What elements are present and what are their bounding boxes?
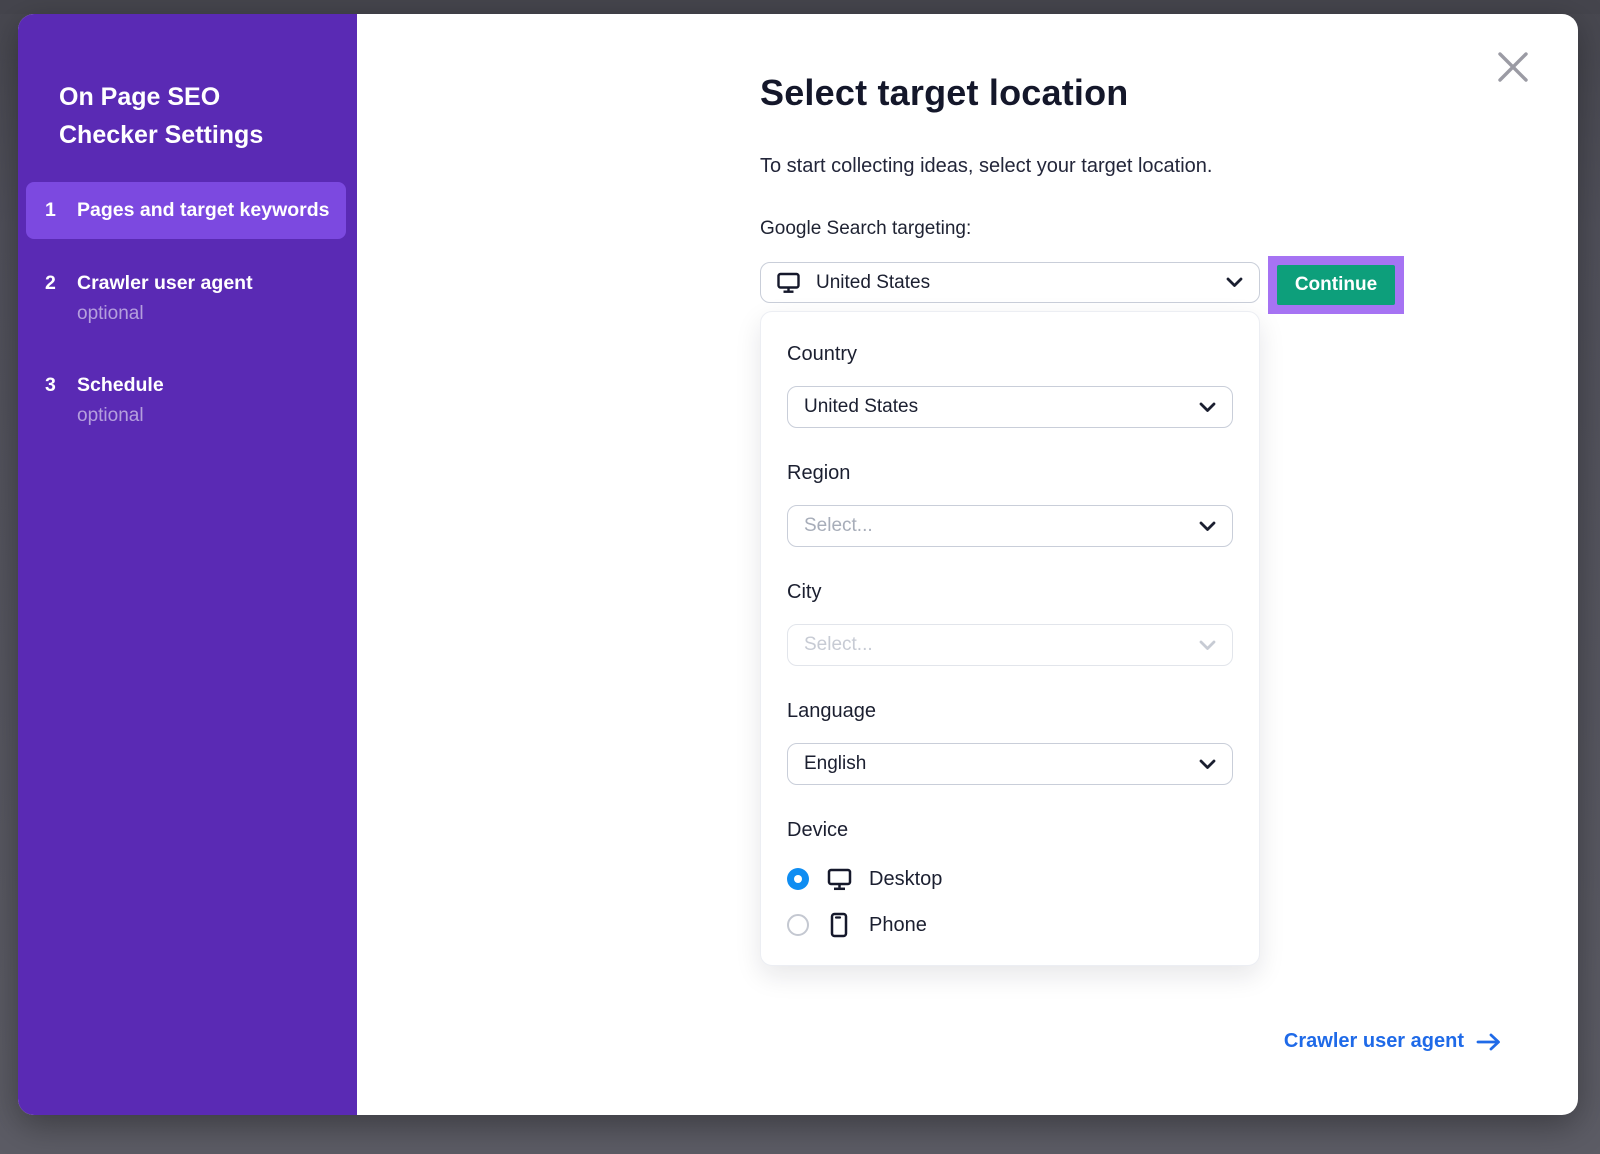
chevron-down-icon: [1199, 640, 1216, 651]
sidebar-step-crawler-user-agent[interactable]: 2 Crawler user agent optional: [26, 255, 346, 341]
device-option-label: Phone: [869, 914, 927, 937]
language-label: Language: [787, 700, 1233, 723]
sidebar-title-line1: On Page SEO: [59, 78, 327, 116]
step-number: 1: [45, 196, 63, 225]
radio-unselected-icon[interactable]: [787, 914, 809, 936]
desktop-monitor-icon: [826, 867, 852, 891]
step-optional-tag: optional: [77, 301, 253, 327]
continue-highlight-box: Continue: [1268, 256, 1404, 314]
settings-sidebar: On Page SEO Checker Settings 1 Pages and…: [18, 14, 357, 1115]
device-option-label: Desktop: [869, 868, 942, 891]
language-select-value: English: [804, 753, 1199, 775]
radio-selected-icon[interactable]: [787, 868, 809, 890]
city-label: City: [787, 581, 1233, 604]
step-label: Crawler user agent: [77, 269, 253, 298]
location-dropdown-panel: Country United States Region Select...: [760, 311, 1260, 966]
country-label: Country: [787, 343, 1233, 366]
targeting-select-value: United States: [816, 272, 1210, 294]
step-label: Pages and target keywords: [77, 196, 330, 225]
close-button[interactable]: [1494, 48, 1532, 86]
arrow-right-icon: [1476, 1032, 1502, 1052]
sidebar-step-pages-and-target-keywords[interactable]: 1 Pages and target keywords: [26, 182, 346, 239]
chevron-down-icon: [1199, 402, 1216, 413]
continue-button[interactable]: Continue: [1277, 265, 1395, 305]
city-select-placeholder: Select...: [804, 634, 1199, 656]
desktop-monitor-icon: [777, 272, 800, 294]
targeting-location-select[interactable]: United States: [760, 262, 1260, 303]
page-overlay-top: [0, 0, 1600, 14]
city-select: Select...: [787, 624, 1233, 666]
chevron-down-icon: [1226, 277, 1243, 288]
region-select-placeholder: Select...: [804, 515, 1199, 537]
chevron-down-icon: [1199, 759, 1216, 770]
step-optional-tag: optional: [77, 403, 164, 429]
device-label: Device: [787, 819, 1233, 842]
region-select[interactable]: Select...: [787, 505, 1233, 547]
chevron-down-icon: [1199, 521, 1216, 532]
country-select[interactable]: United States: [787, 386, 1233, 428]
step-label: Schedule: [77, 371, 164, 400]
device-options: Desktop Phone: [787, 862, 1233, 942]
sidebar-title: On Page SEO Checker Settings: [59, 78, 327, 154]
modal-main-area: Select target location To start collecti…: [357, 14, 1578, 1115]
language-select[interactable]: English: [787, 743, 1233, 785]
region-label: Region: [787, 462, 1233, 485]
page-subtitle: To start collecting ideas, select your t…: [760, 155, 1212, 178]
crawler-user-agent-link-label: Crawler user agent: [1284, 1030, 1464, 1053]
settings-modal: On Page SEO Checker Settings 1 Pages and…: [18, 14, 1578, 1115]
step-number: 2: [45, 269, 63, 327]
device-option-desktop[interactable]: Desktop: [787, 862, 1233, 896]
close-icon: [1495, 49, 1531, 85]
crawler-user-agent-link[interactable]: Crawler user agent: [1284, 1030, 1502, 1053]
step-number: 3: [45, 371, 63, 429]
device-option-phone[interactable]: Phone: [787, 908, 1233, 942]
phone-icon: [826, 912, 852, 938]
sidebar-title-line2: Checker Settings: [59, 116, 327, 154]
google-search-targeting-label: Google Search targeting:: [760, 218, 971, 240]
sidebar-step-schedule[interactable]: 3 Schedule optional: [26, 357, 346, 443]
page-title: Select target location: [760, 72, 1129, 114]
country-select-value: United States: [804, 396, 1199, 418]
steps-list: 1 Pages and target keywords 2 Crawler us…: [18, 182, 357, 443]
